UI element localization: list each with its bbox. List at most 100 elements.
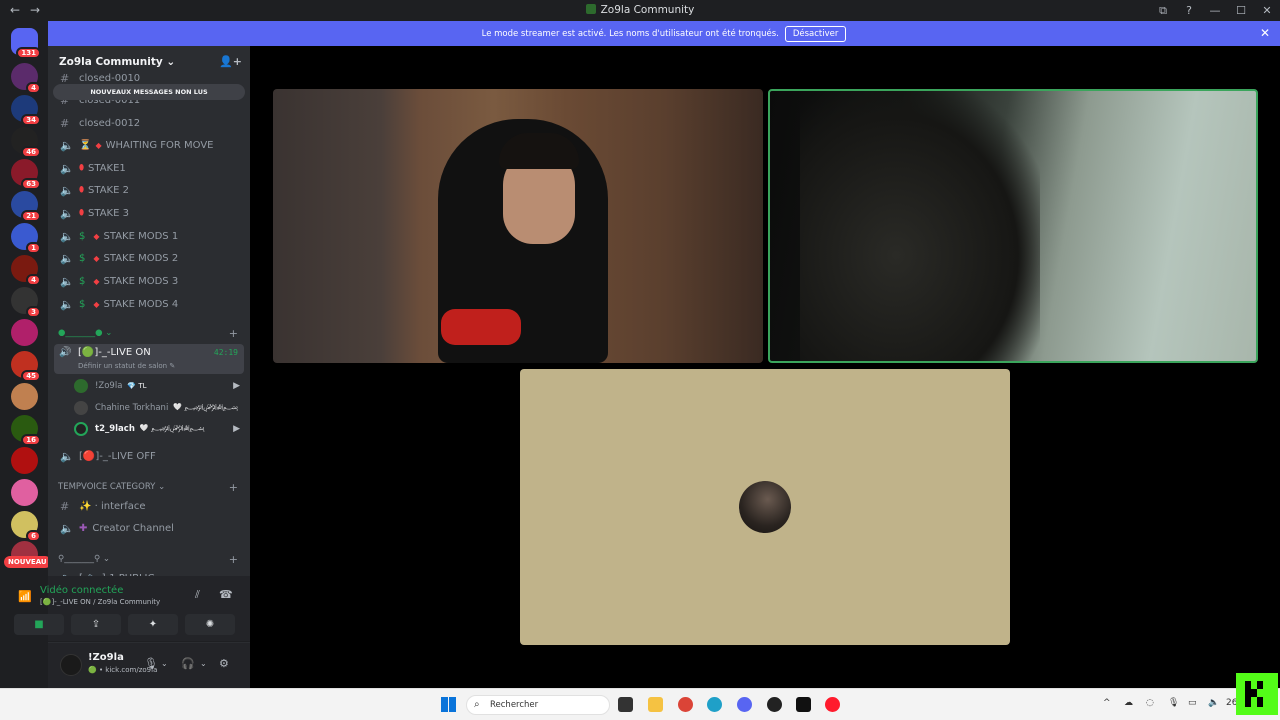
server-icon[interactable]: 34	[11, 95, 41, 126]
add-channel-icon[interactable]: +	[229, 327, 238, 340]
voice-member[interactable]: t2_9lach 🤍 ﷽ ▶	[74, 419, 242, 439]
avatar-tile[interactable]	[520, 369, 1010, 645]
gear-icon[interactable]: ⚙	[219, 657, 229, 670]
voice-channel-stake-mods-4[interactable]: 🔈 $ ◆ STAKE MODS 4	[54, 294, 244, 314]
avatar[interactable]	[60, 654, 82, 676]
opera-icon[interactable]	[825, 697, 840, 712]
category-header[interactable]: ⚲_______⚲ ⌄ +	[58, 553, 243, 566]
user-panel: !Zo9la 🟢 • kick.com/zo9la 🎙 ⌄ 🎧 ⌄ ⚙	[48, 643, 250, 688]
minimize-button[interactable]: —	[1202, 4, 1228, 17]
server-name: Zo9la Community ⌄	[59, 56, 176, 68]
set-channel-status[interactable]: Définir un statut de salon ✎	[78, 362, 175, 370]
server-icon[interactable]: 21	[11, 191, 41, 222]
server-icon[interactable]: 4	[11, 63, 41, 94]
voice-member[interactable]: !Zo9la 💎 TL ▶	[74, 376, 242, 396]
channel-label: closed-0012	[79, 117, 141, 129]
server-icon[interactable]	[11, 383, 38, 410]
window-title: Zo9la Community	[0, 4, 1280, 16]
screen-share-button[interactable]: ⇪	[71, 614, 121, 635]
add-channel-icon[interactable]: +	[229, 481, 238, 494]
noise-suppression-icon[interactable]: ⫽	[195, 588, 200, 602]
voice-channel-stake-mods-1[interactable]: 🔈 $ ◆ STAKE MODS 1	[54, 226, 244, 246]
chevron-down-icon[interactable]: ⌄	[161, 659, 168, 668]
voice-channel-stake2[interactable]: 🔈 ⬮ STAKE 2	[54, 180, 244, 200]
activities-button[interactable]: ✦	[128, 614, 178, 635]
speaker-icon: 🔈	[60, 138, 74, 152]
close-icon[interactable]: ✕	[1260, 26, 1270, 40]
voice-channel-stake-mods-2[interactable]: 🔈 $ ◆ STAKE MODS 2	[54, 248, 244, 268]
chrome-icon[interactable]	[678, 697, 693, 712]
unread-messages-pill[interactable]: NOUVEAUX MESSAGES NON LUS	[53, 84, 245, 100]
task-view-icon[interactable]	[618, 697, 633, 712]
microphone-icon[interactable]: 🎙	[1168, 698, 1179, 708]
text-channel-icon: #	[60, 71, 70, 85]
disable-streamer-mode-button[interactable]: Désactiver	[784, 25, 847, 42]
category-header[interactable]: TEMPVOICE CATEGORY ⌄ +	[58, 481, 243, 494]
voice-channel-stake1[interactable]: 🔈 ⬮ STAKE1	[54, 158, 244, 178]
server-icon[interactable]: 4	[11, 255, 41, 286]
channel-creator[interactable]: 🔈 ✚ Creator Channel	[54, 518, 244, 538]
voice-channel-stake-mods-3[interactable]: 🔈 $ ◆ STAKE MODS 3	[54, 271, 244, 291]
discord-icon[interactable]	[737, 697, 752, 712]
volume-icon[interactable]: 🔈	[1208, 698, 1219, 708]
app-icon[interactable]	[767, 697, 782, 712]
add-channel-icon[interactable]: +	[229, 553, 238, 566]
server-icon[interactable]: 6	[11, 511, 41, 542]
windows-start-icon[interactable]	[441, 697, 456, 712]
voice-member[interactable]: Chahine Torkhani 🤍 ﷽	[74, 398, 242, 418]
plus-icon: ✚	[79, 522, 88, 534]
channel-interface[interactable]: # ✨ · interface	[54, 496, 244, 516]
cloud-icon[interactable]: ☁	[1124, 698, 1133, 708]
server-icon[interactable]	[11, 479, 38, 506]
video-tile-speaking[interactable]	[768, 89, 1258, 363]
server-icon[interactable]: 16	[11, 415, 41, 446]
speaker-icon: 🔈	[60, 274, 74, 288]
invite-people-icon[interactable]: 👤+	[219, 55, 242, 68]
username[interactable]: !Zo9la	[88, 652, 124, 663]
headphones-icon[interactable]: 🎧	[181, 657, 195, 670]
text-channel-icon: #	[60, 499, 70, 513]
display-icon[interactable]: ▭	[1188, 698, 1197, 708]
disconnect-icon[interactable]: ☎	[219, 588, 233, 601]
banner-text: Le mode streamer est activé. Les noms d'…	[481, 28, 779, 39]
server-icon[interactable]: 45	[11, 351, 41, 382]
speaker-active-icon: 🔊	[59, 347, 72, 358]
chevron-down-icon[interactable]: ⌄	[200, 659, 207, 668]
category-header[interactable]: ●_______● ⌄ +	[58, 327, 243, 340]
server-icon[interactable]: 46	[11, 127, 41, 158]
avatar	[74, 422, 88, 436]
edge-icon[interactable]	[707, 697, 722, 712]
help-icon[interactable]: ?	[1176, 4, 1202, 17]
search-icon: ⌕	[474, 699, 480, 710]
screen-share-icon[interactable]: ⧉	[1150, 4, 1176, 18]
voice-channel-live-off[interactable]: 🔈 [🔴]-_-LIVE OFF	[54, 446, 244, 466]
server-icon[interactable]: 1	[11, 223, 41, 254]
file-explorer-icon[interactable]	[648, 697, 663, 712]
red-dot-icon: ⬮	[79, 185, 85, 194]
server-icon[interactable]	[11, 319, 38, 346]
server-icon[interactable]: 63	[11, 159, 41, 190]
voice-status[interactable]: Vidéo connectée	[40, 585, 123, 596]
epic-games-icon[interactable]	[796, 697, 811, 712]
close-window-button[interactable]: ✕	[1254, 4, 1280, 17]
video-tile-streamer[interactable]	[273, 89, 763, 363]
server-icon[interactable]	[11, 447, 38, 474]
taskbar-search[interactable]: ⌕ Rechercher	[466, 695, 610, 715]
chevron-up-icon[interactable]: ^	[1103, 698, 1111, 708]
discord-home-icon[interactable]: 131	[11, 28, 41, 59]
server-icon[interactable]: 3	[11, 287, 41, 318]
voice-channel-stake3[interactable]: 🔈 ⬮ STAKE 3	[54, 203, 244, 223]
voice-channel-link[interactable]: [🟢]-_-LIVE ON / Zo9la Community	[40, 598, 160, 606]
network-icon[interactable]: ◌	[1146, 698, 1154, 708]
voice-channel-live-on[interactable]: 🔊 [🟢]-_-LIVE ON 42:19 Définir un statut …	[54, 344, 244, 374]
soundboard-button[interactable]: ✺	[185, 614, 235, 635]
unread-badge: 4	[26, 274, 41, 286]
camera-button[interactable]: ■	[14, 614, 64, 635]
new-servers-badge[interactable]: NOUVEAU	[4, 556, 51, 568]
maximize-button[interactable]: ☐	[1228, 4, 1254, 17]
voice-channel-waiting[interactable]: 🔈 ⏳ ◆ WHAITING FOR MOVE	[54, 135, 244, 155]
channel-closed-0012[interactable]: # closed-0012	[54, 113, 244, 133]
signal-icon[interactable]: 📶	[18, 590, 32, 603]
microphone-icon[interactable]: 🎙	[144, 657, 158, 670]
microphone	[441, 309, 521, 345]
